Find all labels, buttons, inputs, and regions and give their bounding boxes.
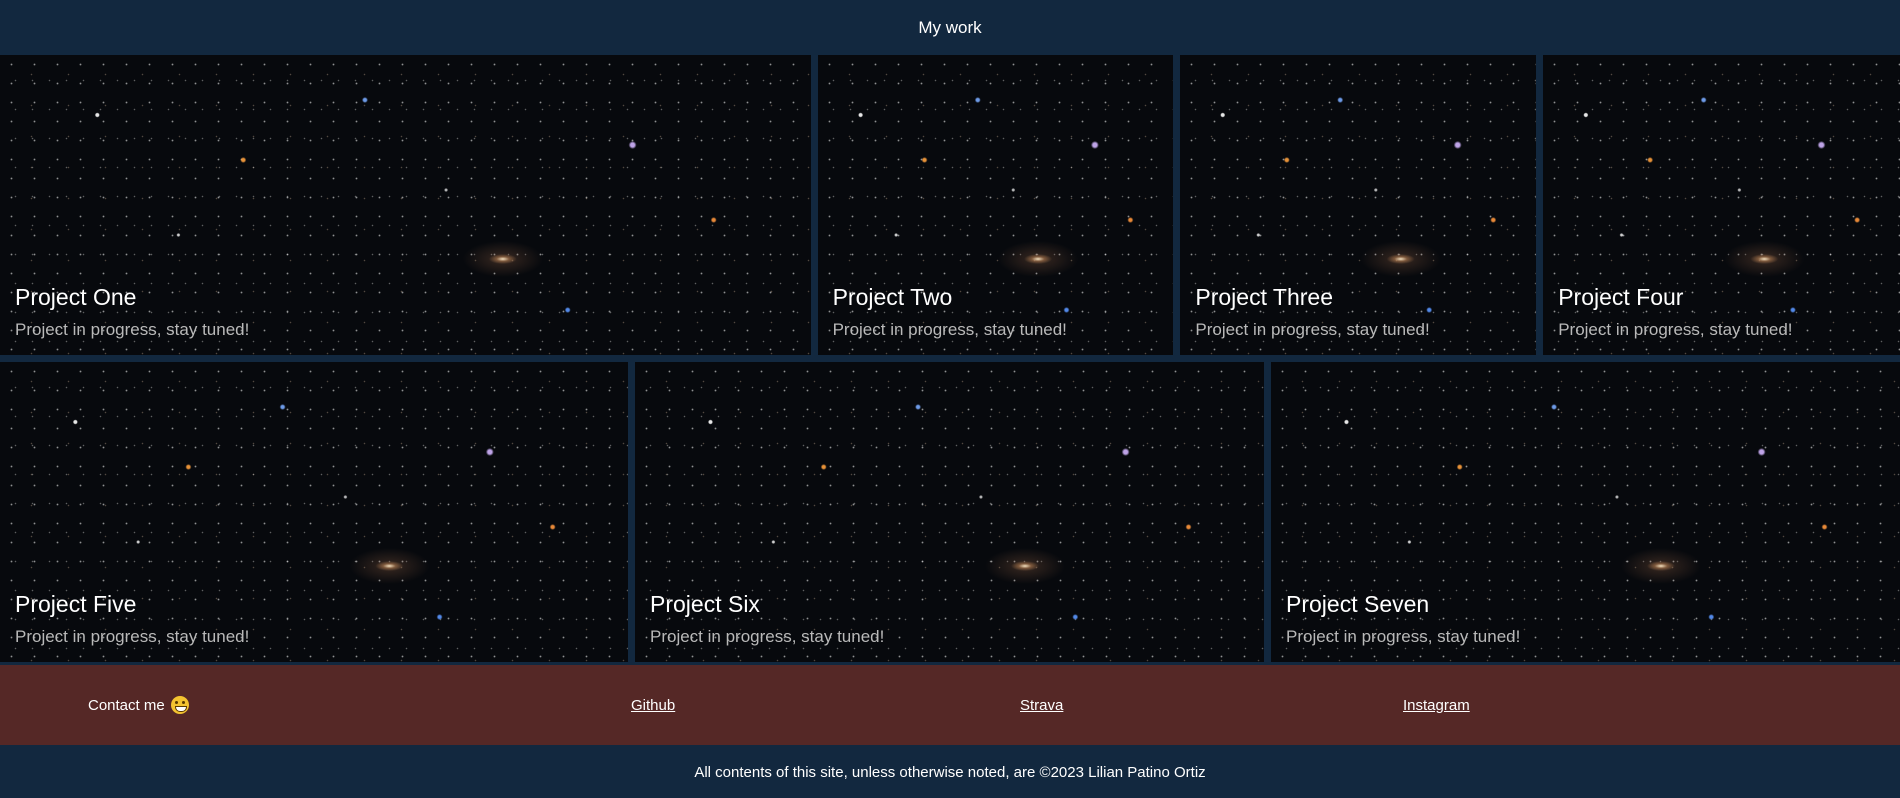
copyright-text: All contents of this site, unless otherw… — [694, 764, 1206, 781]
project-title: Project Three — [1195, 284, 1334, 310]
smiley-icon — [170, 696, 189, 714]
project-card-one[interactable]: Project One Project in progress, stay tu… — [0, 55, 811, 355]
card-text: Project Seven Project in progress, stay … — [1286, 591, 1520, 647]
project-card-six[interactable]: Project Six Project in progress, stay tu… — [635, 362, 1264, 662]
project-subtitle: Project in progress, stay tuned! — [650, 627, 885, 646]
copyright: All contents of this site, unless otherw… — [0, 745, 1900, 798]
card-text: Project Two Project in progress, stay tu… — [833, 284, 1067, 340]
project-card-three[interactable]: Project Three Project in progress, stay … — [1180, 55, 1537, 355]
project-card-five[interactable]: Project Five Project in progress, stay t… — [0, 362, 628, 662]
header: My work — [0, 0, 1900, 55]
project-card-four[interactable]: Project Four Project in progress, stay t… — [1543, 55, 1900, 355]
github-link[interactable]: Github — [631, 697, 675, 714]
card-text: Project Three Project in progress, stay … — [1195, 284, 1429, 340]
project-title: Project Six — [650, 591, 760, 617]
project-card-two[interactable]: Project Two Project in progress, stay tu… — [817, 55, 1174, 355]
project-subtitle: Project in progress, stay tuned! — [1558, 320, 1793, 339]
strava-link[interactable]: Strava — [1020, 697, 1063, 714]
project-title: Project Four — [1558, 284, 1684, 310]
project-card-seven[interactable]: Project Seven Project in progress, stay … — [1271, 362, 1900, 662]
contact-me: Contact me — [88, 696, 189, 714]
page-title[interactable]: My work — [918, 18, 981, 38]
project-title: Project Two — [832, 284, 953, 310]
projects-row-2: Project Five Project in progress, stay t… — [0, 362, 1900, 662]
project-subtitle: Project in progress, stay tuned! — [1286, 627, 1521, 646]
card-text: Project Four Project in progress, stay t… — [1558, 284, 1792, 340]
project-subtitle: Project in progress, stay tuned! — [1195, 320, 1430, 339]
project-subtitle: Project in progress, stay tuned! — [15, 320, 250, 339]
instagram-link[interactable]: Instagram — [1403, 697, 1470, 714]
footer-links-bar: Contact me Github Strava Instagram — [0, 665, 1900, 745]
project-subtitle: Project in progress, stay tuned! — [15, 627, 250, 646]
project-subtitle: Project in progress, stay tuned! — [832, 320, 1067, 339]
project-title: Project One — [15, 284, 137, 310]
project-title: Project Five — [15, 591, 137, 617]
card-text: Project Five Project in progress, stay t… — [15, 591, 249, 647]
projects-row-1: Project One Project in progress, stay tu… — [0, 55, 1900, 355]
card-text: Project One Project in progress, stay tu… — [15, 284, 249, 340]
project-title: Project Seven — [1286, 591, 1430, 617]
card-text: Project Six Project in progress, stay tu… — [650, 591, 884, 647]
contact-label: Contact me — [88, 696, 165, 714]
